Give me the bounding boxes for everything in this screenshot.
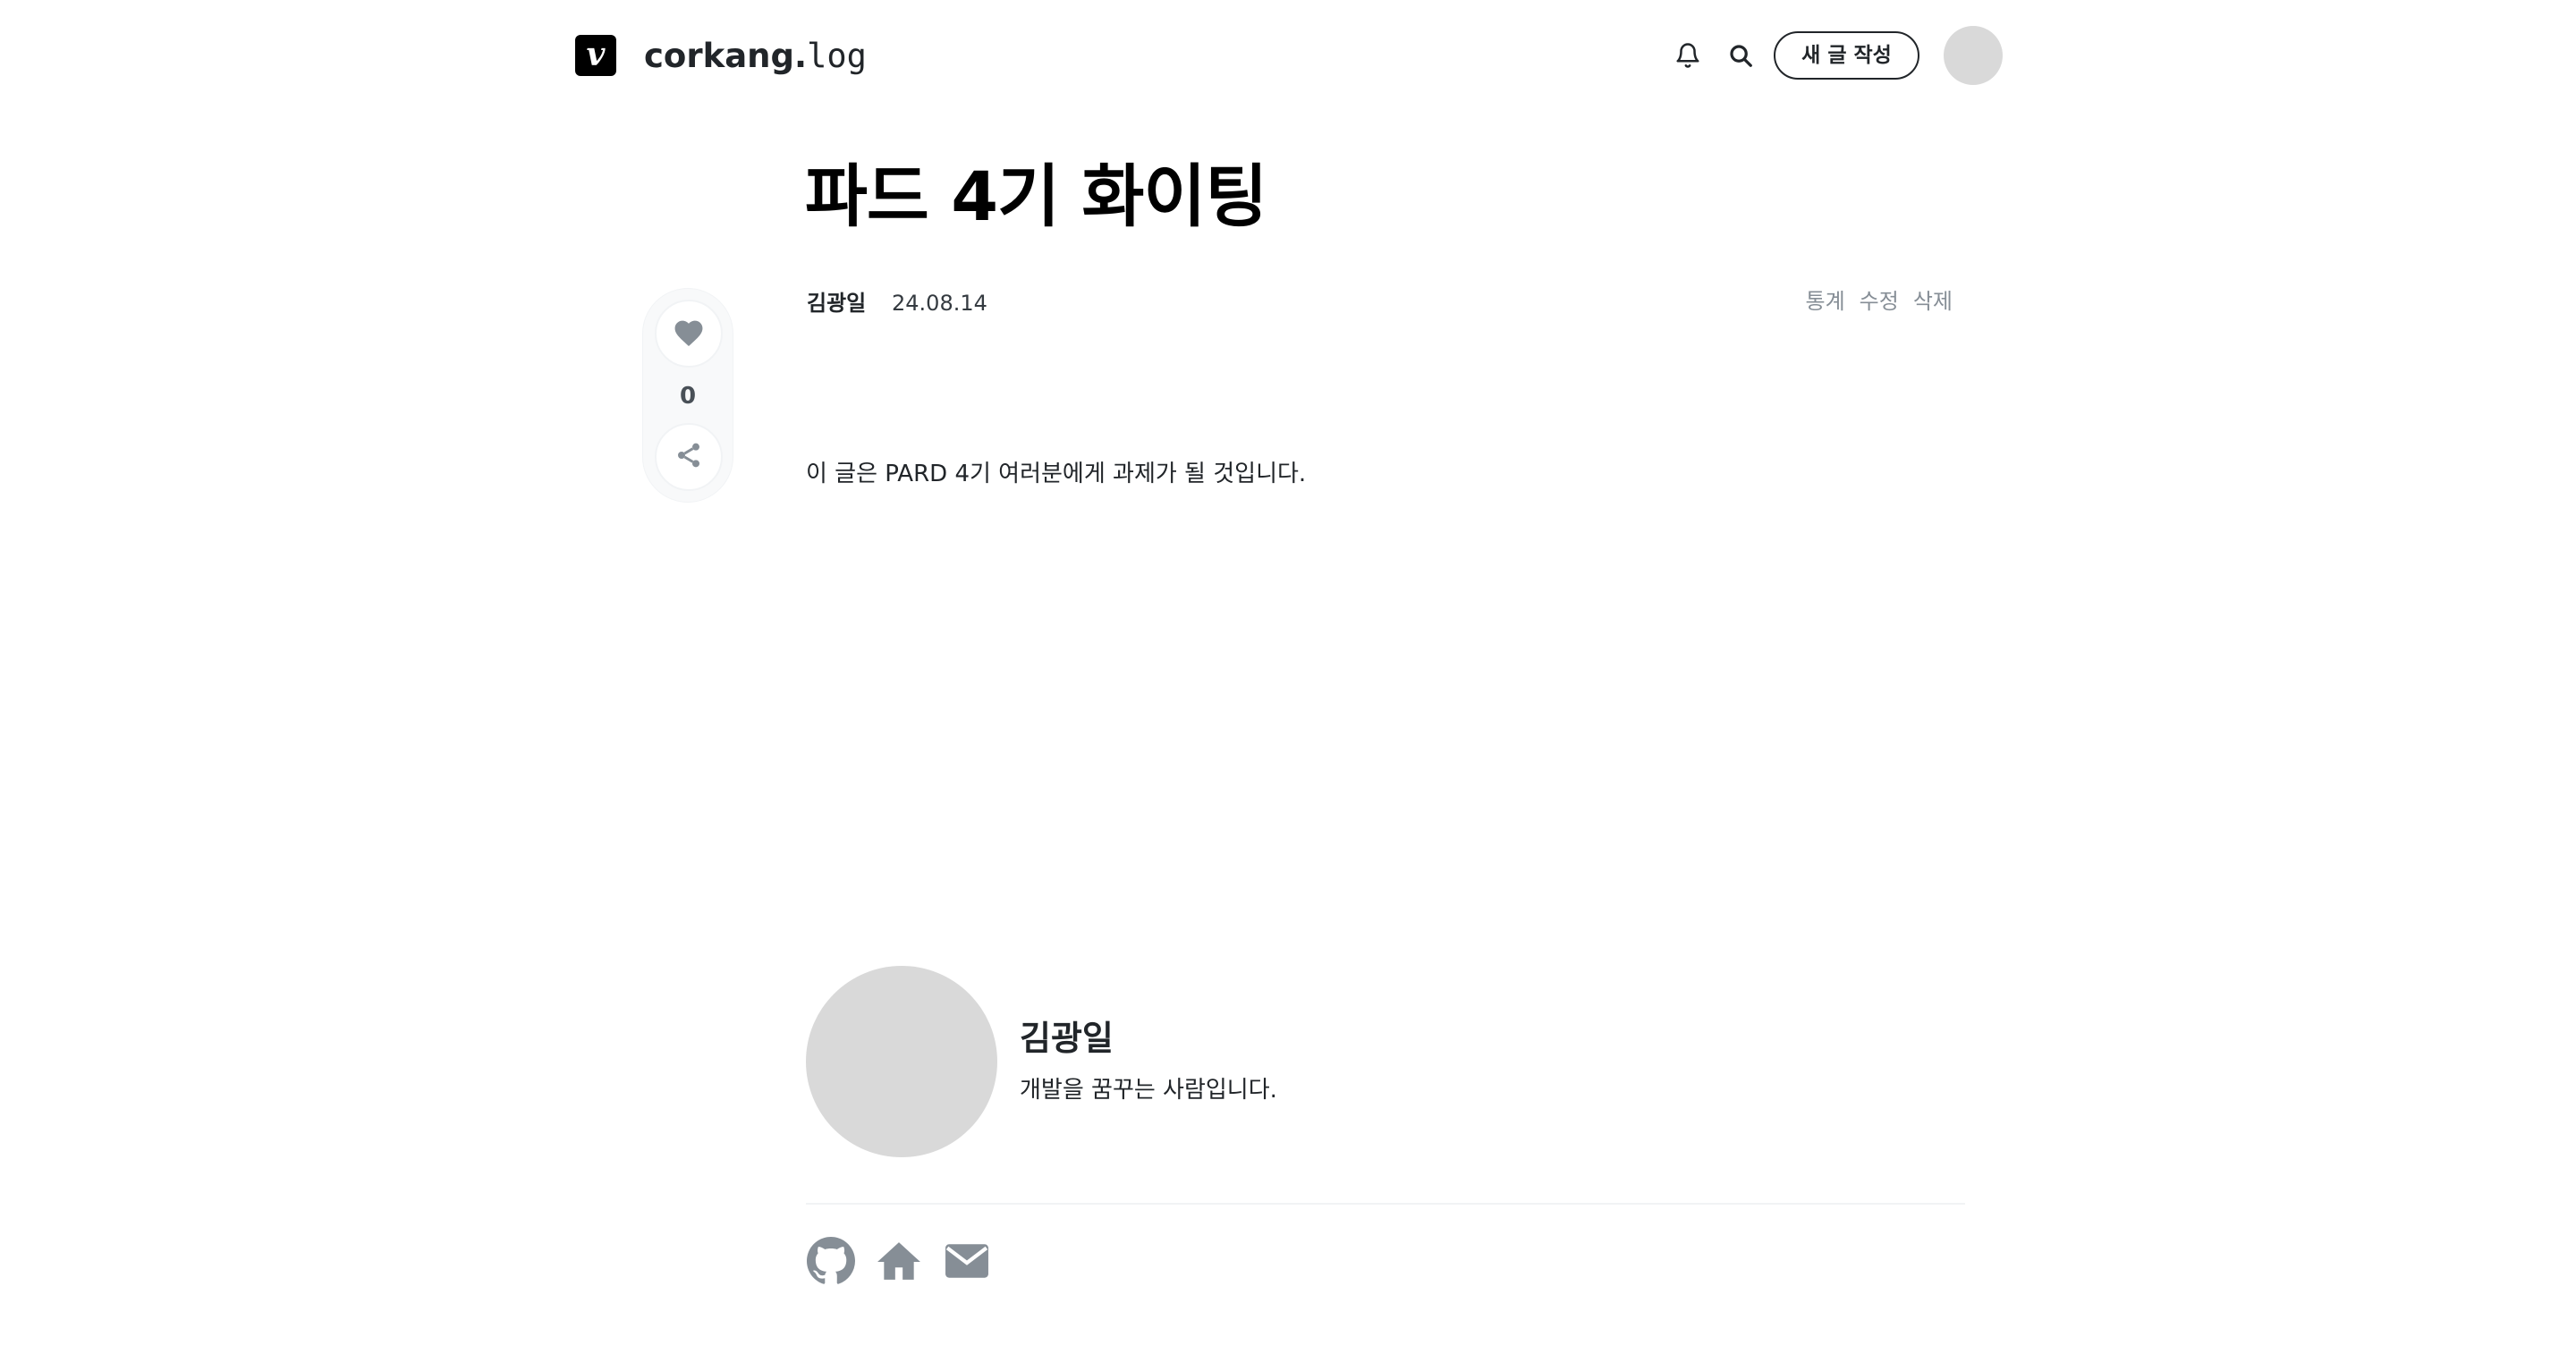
- velog-logo[interactable]: v: [575, 35, 616, 76]
- edit-link[interactable]: 수정: [1860, 286, 1899, 317]
- user-avatar[interactable]: [1944, 26, 2003, 85]
- share-icon: [674, 441, 703, 473]
- post-date: 24.08.14: [892, 291, 987, 316]
- new-post-button[interactable]: 새 글 작성: [1774, 31, 1919, 80]
- stats-link[interactable]: 통계: [1805, 286, 1844, 317]
- post-body: 이 글은 PARD 4기 여러분에게 과제가 될 것입니다.: [806, 461, 1307, 487]
- profile-name[interactable]: 김광일: [1020, 1016, 1114, 1061]
- home-icon[interactable]: [874, 1236, 924, 1286]
- blog-name-suffix: log: [807, 37, 867, 75]
- delete-link[interactable]: 삭제: [1913, 286, 1953, 317]
- mail-icon[interactable]: [942, 1236, 992, 1286]
- top-header: v corkang.log 새 글 작성: [0, 0, 2576, 113]
- blog-title[interactable]: corkang.log: [644, 34, 867, 79]
- github-icon[interactable]: [806, 1236, 856, 1286]
- like-count: 0: [679, 383, 697, 410]
- profile-bio: 개발을 꿈꾸는 사람입니다.: [1020, 1077, 1277, 1104]
- like-button[interactable]: [655, 300, 723, 368]
- share-button[interactable]: [655, 423, 723, 491]
- search-icon[interactable]: [1724, 38, 1758, 72]
- profile-divider: [806, 1203, 1965, 1205]
- like-share-panel: 0: [642, 288, 733, 503]
- profile-avatar[interactable]: [806, 966, 997, 1157]
- post-title: 파드 4기 화이팅: [805, 157, 1267, 236]
- bell-icon[interactable]: [1671, 38, 1705, 72]
- post-actions: 통계 수정 삭제: [1805, 286, 1953, 317]
- heart-icon: [672, 317, 706, 351]
- blog-name-prefix: corkang.: [644, 37, 808, 75]
- post-author[interactable]: 김광일: [807, 288, 866, 318]
